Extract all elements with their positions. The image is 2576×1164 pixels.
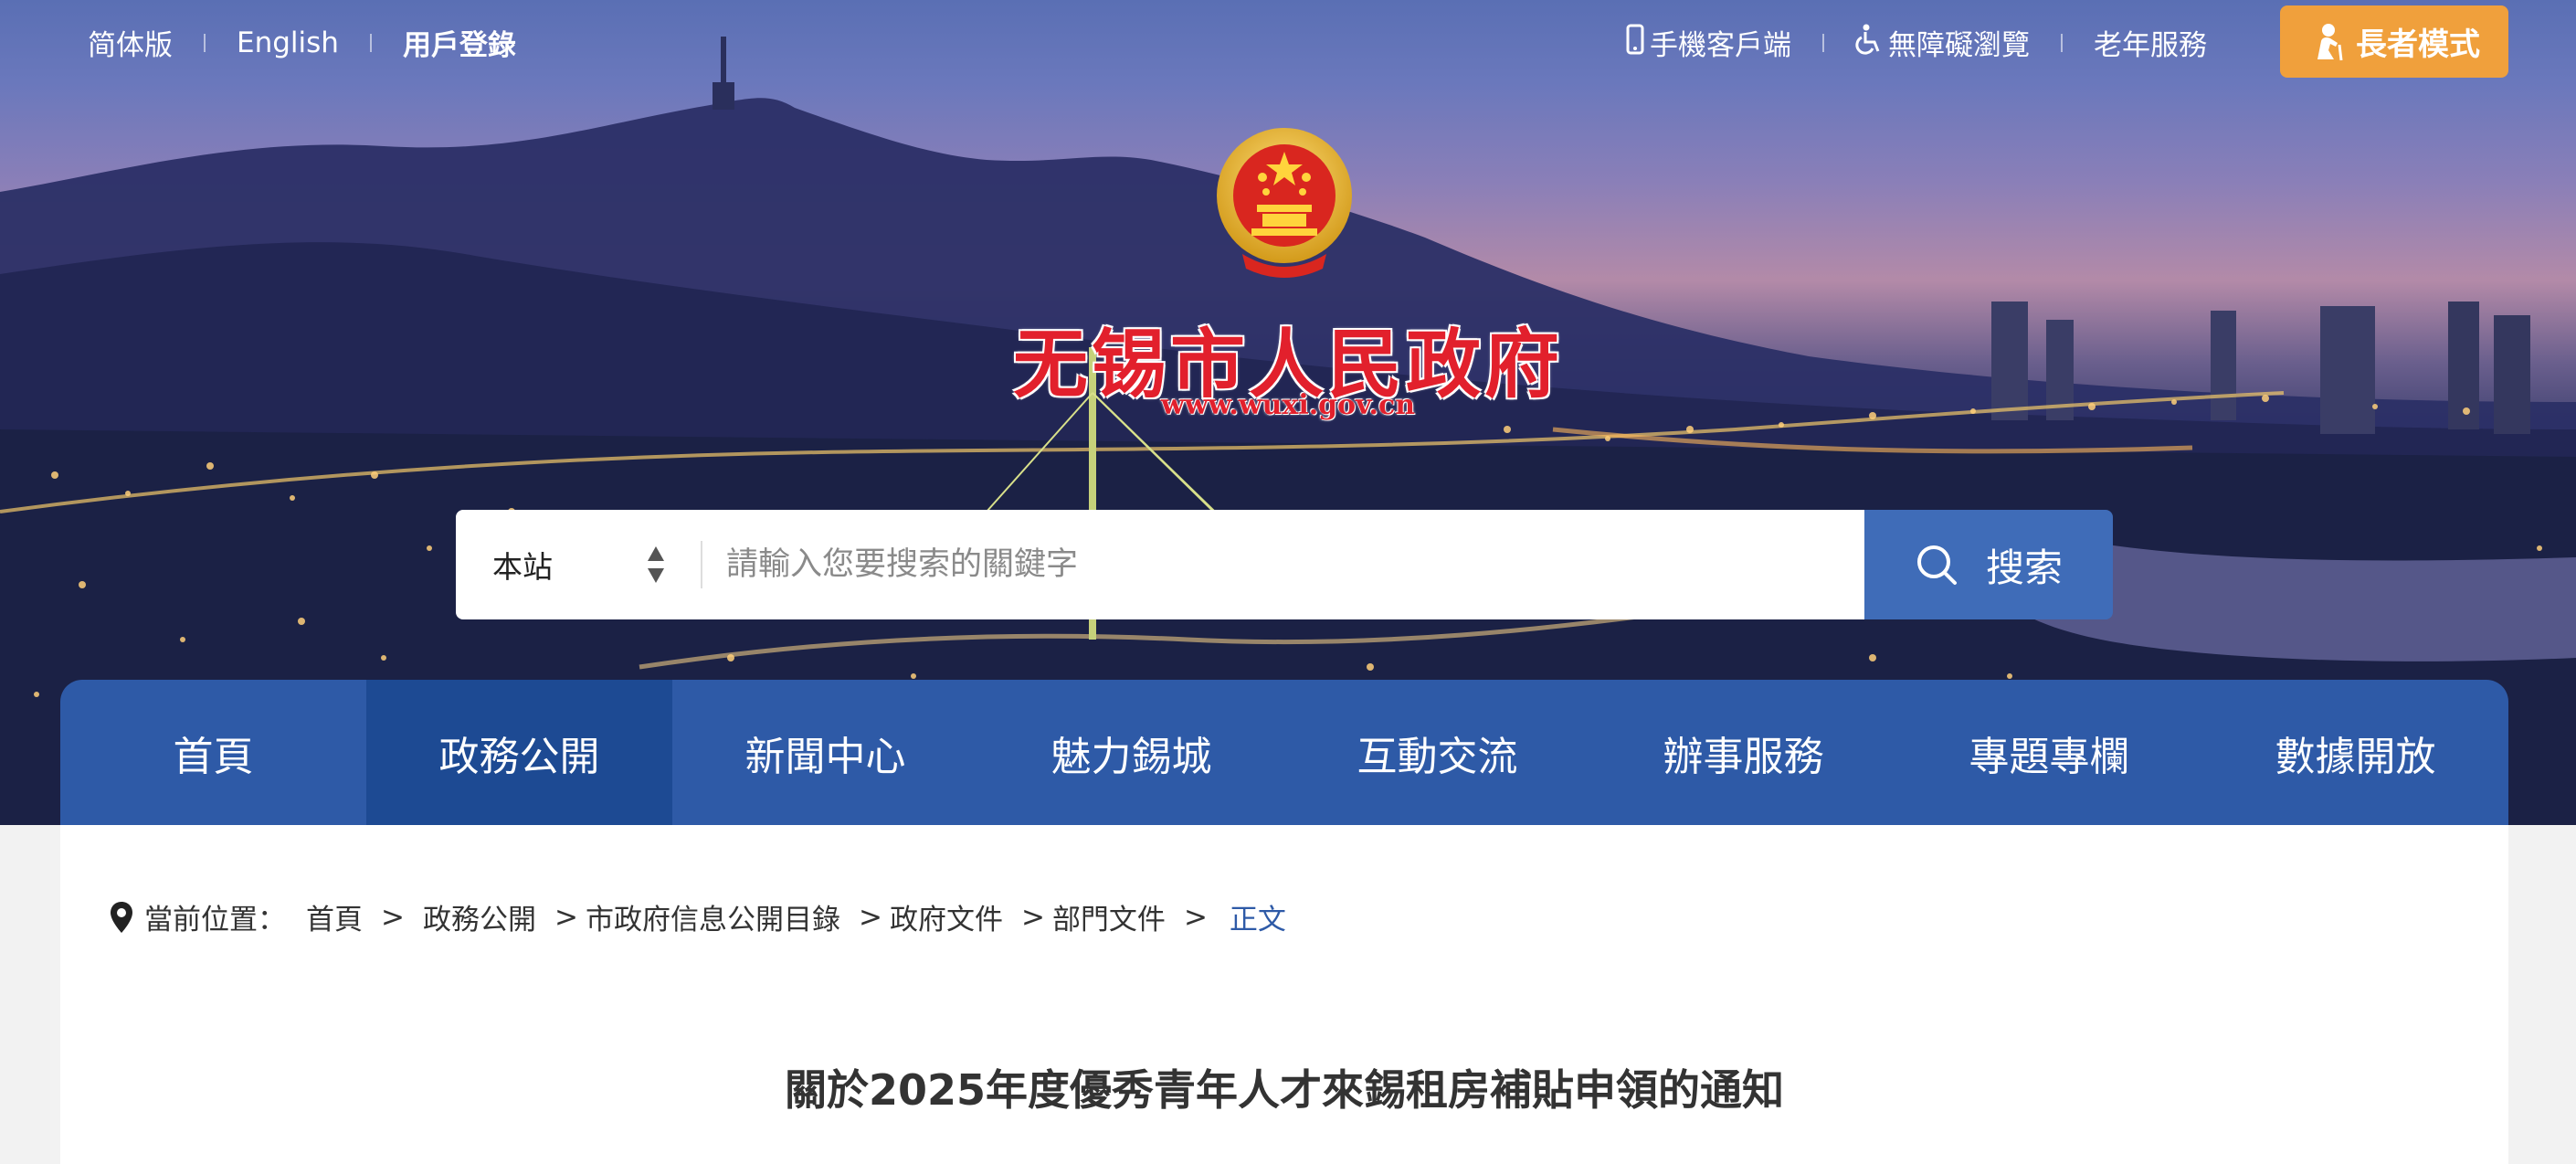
location-pin-icon (110, 901, 133, 934)
breadcrumb-separator: > (1020, 900, 1045, 934)
divider (369, 33, 372, 52)
nav-item-special-topics[interactable]: 專題專欄 (1896, 680, 2202, 825)
nav-item-interaction[interactable]: 互動交流 (1284, 680, 1590, 825)
breadcrumb-current: 正文 (1229, 904, 1286, 936)
wheelchair-icon (1855, 24, 1883, 55)
main-nav: 首頁 政務公開 新聞中心 魅力錫城 互動交流 辦事服務 專題專欄 數據開放 (60, 680, 2508, 825)
nav-item-services[interactable]: 辦事服務 (1590, 680, 1896, 825)
nav-item-charming-wuxi[interactable]: 魅力錫城 (978, 680, 1284, 825)
hero-banner: 简体版 English 用戶登錄 手機客戶端 無障礙瀏覽 老年服務 長者模式 无… (0, 0, 2576, 825)
search-scope-select[interactable]: 本站 (456, 510, 702, 619)
breadcrumb-separator: > (381, 900, 405, 934)
breadcrumb-separator: > (554, 900, 578, 934)
divider (204, 33, 206, 52)
mobile-phone-icon (1626, 24, 1644, 55)
national-emblem (1215, 126, 1354, 285)
select-arrows-icon (646, 545, 666, 592)
breadcrumb-info-directory[interactable]: 市政府信息公開目錄 (586, 896, 840, 937)
elderly-person-icon (2308, 23, 2345, 61)
search-button-label: 搜索 (1985, 545, 2063, 590)
breadcrumb-government-documents[interactable]: 政府文件 (890, 896, 1003, 937)
search-icon (1915, 543, 1958, 587)
nav-item-news-center[interactable]: 新聞中心 (672, 680, 978, 825)
divider (1822, 33, 1824, 52)
elder-mode-label: 長者模式 (2356, 26, 2480, 63)
article-title: 關於2025年度優秀青年人才來錫租房補貼申領的通知 (784, 1065, 1785, 1115)
breadcrumb-home[interactable]: 首頁 (306, 896, 363, 937)
accessibility-link[interactable]: 無障礙瀏覽 (1855, 22, 2030, 63)
divider (2061, 33, 2063, 52)
breadcrumb-separator: > (858, 900, 882, 934)
breadcrumb-department-documents[interactable]: 部門文件 (1052, 896, 1166, 937)
top-bar-left: 简体版 English 用戶登錄 (88, 22, 516, 63)
breadcrumb-prefix: 當前位置： (144, 904, 286, 936)
breadcrumb-government-affairs[interactable]: 政務公開 (423, 896, 536, 937)
accessibility-label: 無障礙瀏覽 (1888, 29, 2030, 62)
search-input[interactable] (702, 510, 1864, 619)
search-bar: 本站 搜索 (456, 510, 2113, 619)
mobile-client-label: 手機客戶端 (1650, 29, 1791, 62)
content-panel: 當前位置： 首頁 > 政務公開 > 市政府信息公開目錄 > 政府文件 > 部門文… (60, 825, 2508, 1164)
english-link[interactable]: English (237, 26, 339, 59)
breadcrumb: 當前位置： 首頁 > 政務公開 > 市政府信息公開目錄 > 政府文件 > 部門文… (110, 896, 1286, 937)
elderly-service-link[interactable]: 老年服務 (2094, 22, 2207, 63)
top-bar: 简体版 English 用戶登錄 手機客戶端 無障礙瀏覽 老年服務 (0, 0, 2576, 84)
user-login-link[interactable]: 用戶登錄 (403, 22, 516, 63)
elder-mode-button[interactable]: 長者模式 (2280, 5, 2508, 78)
nav-item-open-data[interactable]: 數據開放 (2202, 680, 2508, 825)
search-scope-value: 本站 (492, 549, 553, 585)
search-button[interactable]: 搜索 (1864, 510, 2113, 619)
simplified-chinese-link[interactable]: 简体版 (88, 22, 173, 63)
nav-item-home[interactable]: 首頁 (60, 680, 366, 825)
site-url: www.wuxi.gov.cn (1160, 389, 1416, 421)
top-bar-right: 手機客戶端 無障礙瀏覽 老年服務 (1626, 22, 2207, 63)
breadcrumb-separator: > (1183, 900, 1208, 934)
nav-item-government-affairs[interactable]: 政務公開 (366, 680, 672, 825)
mobile-client-link[interactable]: 手機客戶端 (1626, 22, 1791, 63)
